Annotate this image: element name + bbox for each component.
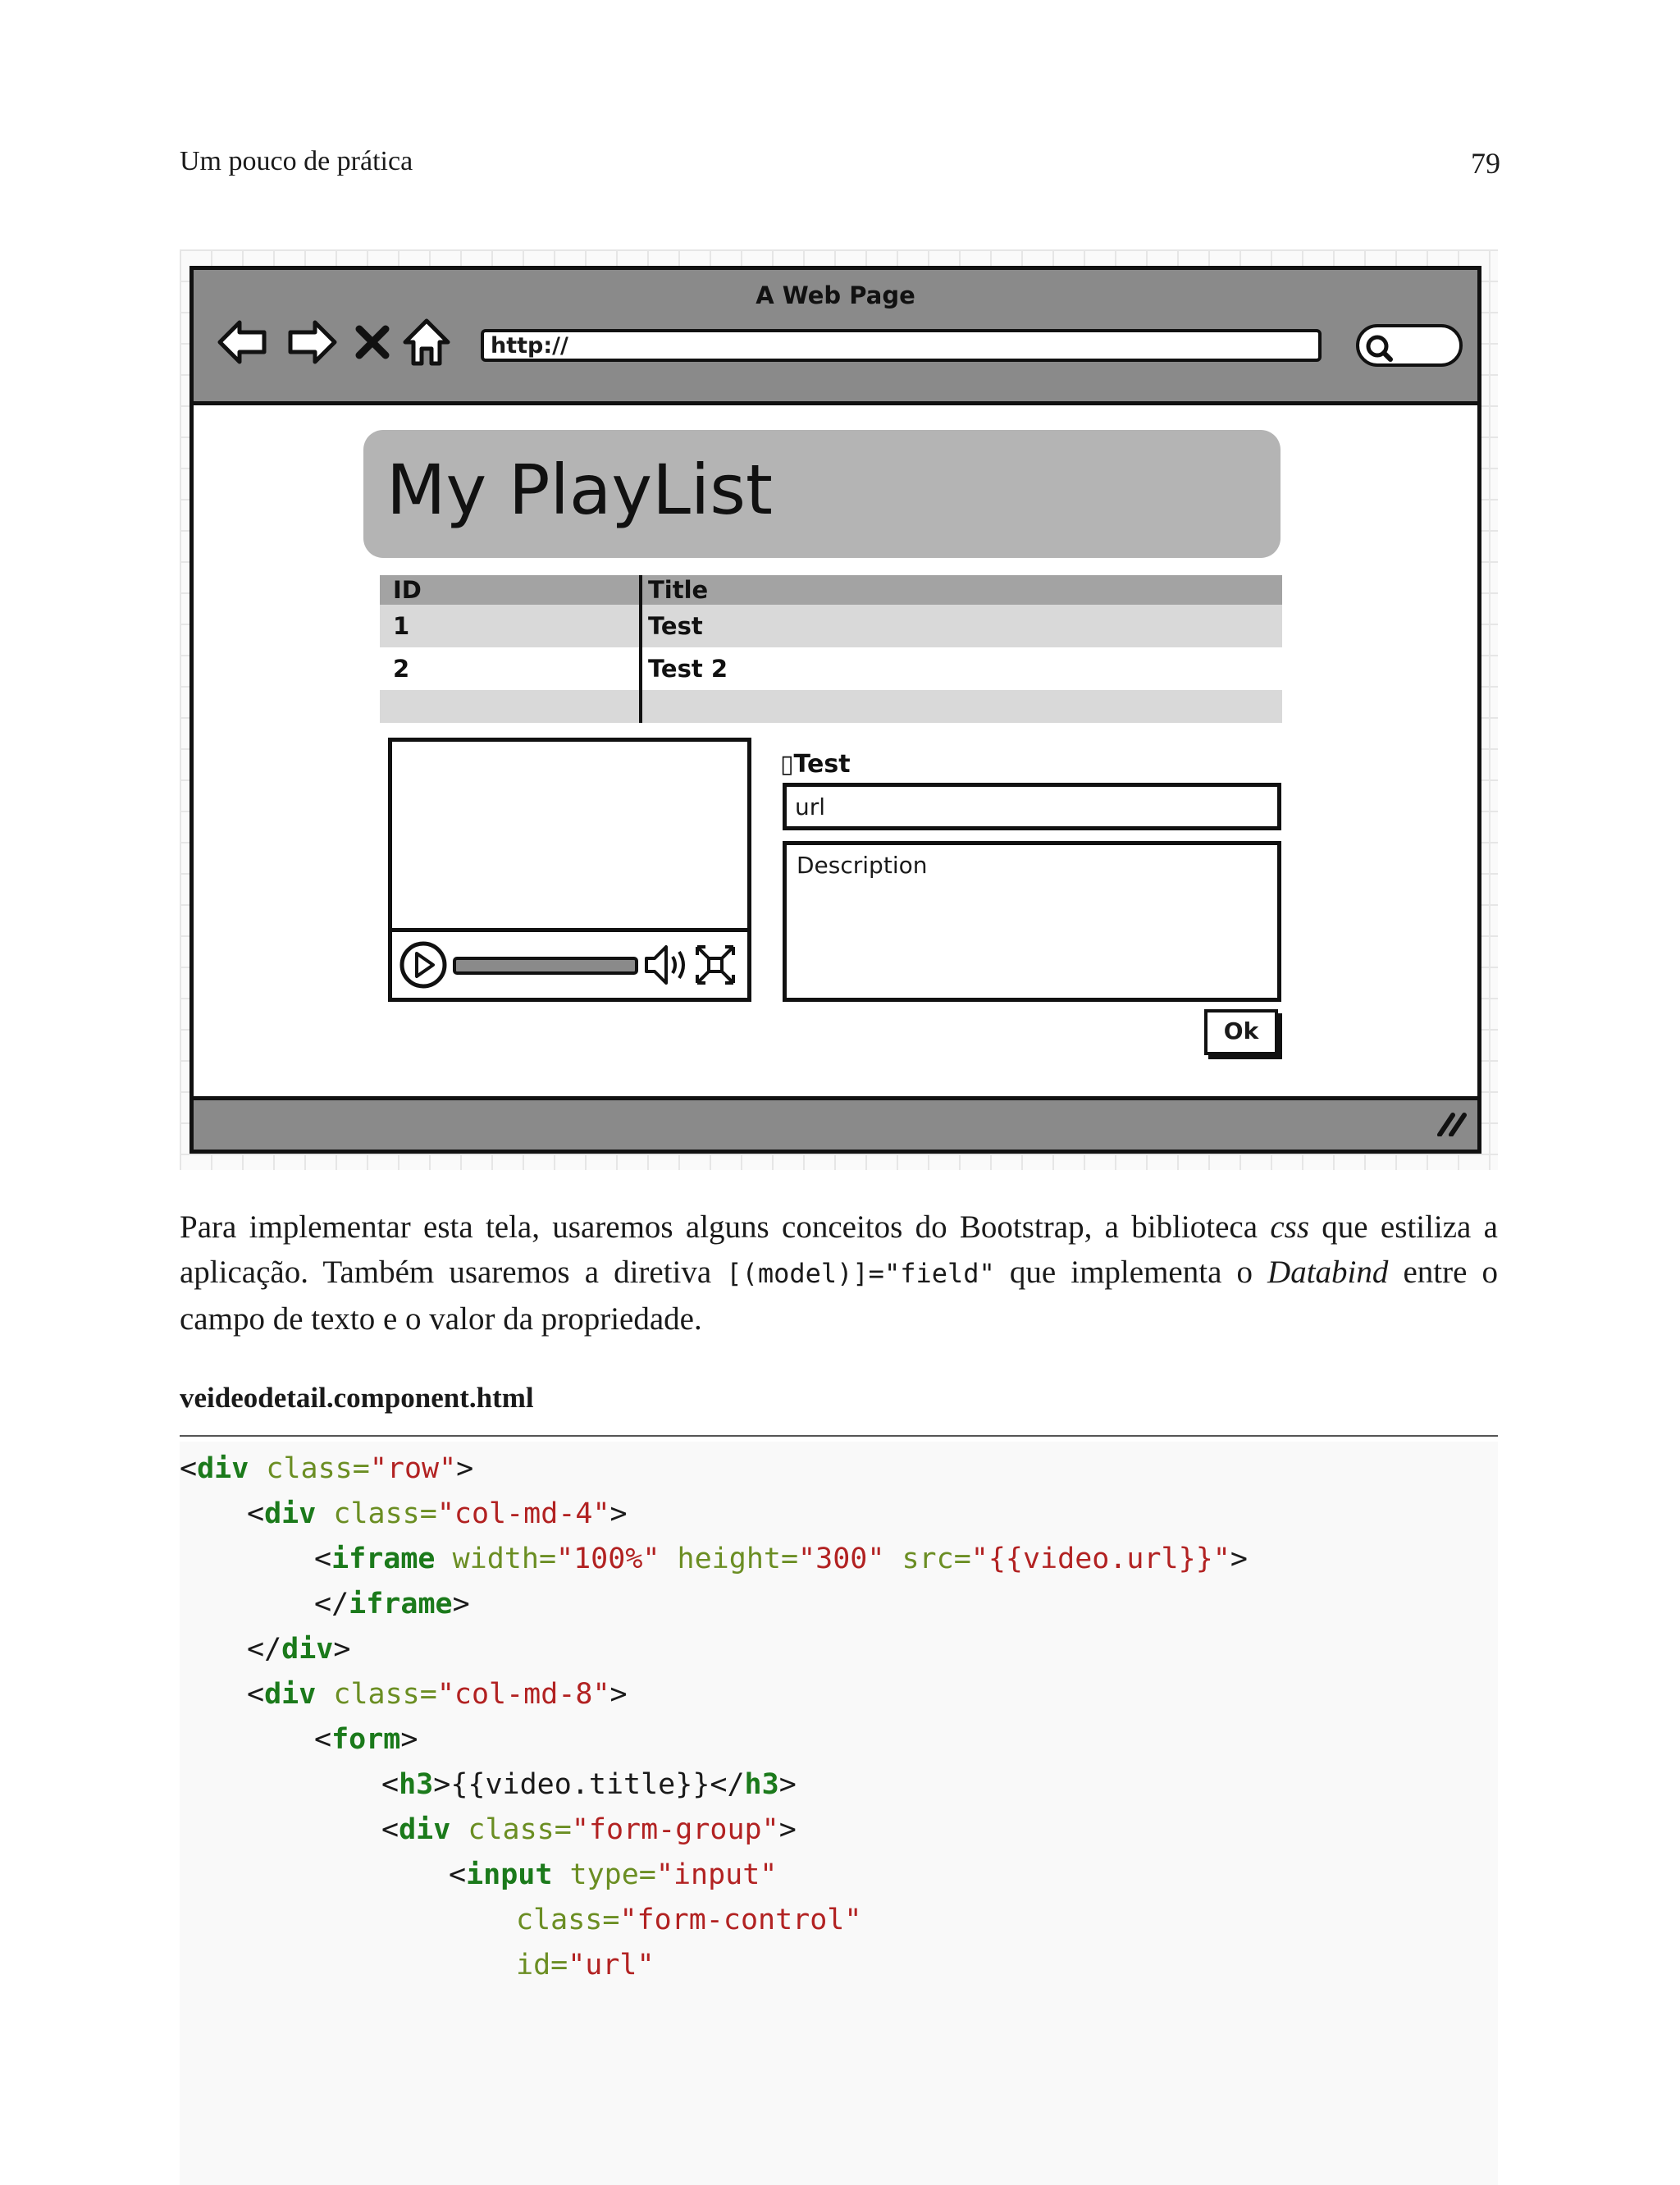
forward-arrow-icon[interactable] xyxy=(285,316,338,368)
code-listing: <div class="row"> <div class="col-md-4">… xyxy=(180,1442,1498,2185)
progress-bar[interactable] xyxy=(453,957,638,975)
table-row-empty xyxy=(380,690,1282,723)
code-line: <h3>{{video.title}}</h3> xyxy=(381,1768,797,1801)
url-bar[interactable]: http:// xyxy=(481,329,1322,362)
code-line: id="url" xyxy=(516,1949,655,1982)
column-header-id: ID xyxy=(393,576,422,604)
close-x-icon[interactable] xyxy=(354,316,390,368)
column-header-title: Title xyxy=(648,576,709,604)
video-control-icons xyxy=(399,941,735,989)
search-icon xyxy=(1366,335,1393,362)
code-divider xyxy=(180,1435,1498,1437)
para-text-3: que implementa o xyxy=(994,1255,1268,1290)
home-icon[interactable] xyxy=(400,316,453,368)
wireframe-figure: A Web Page http:// My PlayList ID Title … xyxy=(180,249,1498,1170)
ok-button[interactable]: Ok xyxy=(1204,1009,1278,1055)
play-icon[interactable] xyxy=(399,941,447,989)
column-divider xyxy=(639,605,642,647)
column-divider xyxy=(639,647,642,690)
browser-titlebar: A Web Page http:// xyxy=(194,270,1477,405)
databind-term: Databind xyxy=(1267,1255,1389,1290)
inline-code: [(model)]="field" xyxy=(726,1258,995,1289)
code-line: <form> xyxy=(314,1723,418,1756)
cell-id: 2 xyxy=(393,655,410,683)
browser-window-mockup: A Web Page http:// My PlayList ID Title … xyxy=(189,266,1481,1154)
cell-title: Test xyxy=(648,612,703,640)
search-box[interactable] xyxy=(1356,324,1463,367)
code-line: <div class="form-group"> xyxy=(381,1813,797,1846)
table-row[interactable]: 2 Test 2 xyxy=(380,647,1282,690)
body-paragraph: Para implementar esta tela, usaremos alg… xyxy=(180,1204,1498,1342)
code-caption: veideodetail.component.html xyxy=(180,1382,534,1414)
table-row[interactable]: 1 Test xyxy=(380,605,1282,647)
browser-statusbar xyxy=(194,1096,1477,1150)
playlist-table: ID Title 1 Test 2 Test 2 xyxy=(380,575,1282,723)
playlist-heading-box: My PlayList xyxy=(363,430,1281,558)
code-line: <div class="row"> xyxy=(180,1452,474,1485)
code-line: </div> xyxy=(247,1633,351,1666)
code-line: <iframe width="100%" height="300" src="{… xyxy=(314,1543,1248,1575)
cell-id: 1 xyxy=(393,612,410,640)
code-line: </iframe> xyxy=(314,1588,470,1620)
column-divider xyxy=(639,690,642,723)
video-controls xyxy=(392,928,747,998)
back-arrow-icon[interactable] xyxy=(217,316,269,368)
page-heading: My PlayList xyxy=(386,450,773,530)
video-player[interactable] xyxy=(388,738,751,1002)
code-line: <div class="col-md-8"> xyxy=(247,1678,628,1711)
table-header-row: ID Title xyxy=(380,575,1282,605)
window-title: A Web Page xyxy=(756,281,915,309)
resize-grip-icon[interactable] xyxy=(1436,1112,1469,1136)
para-text-1: Para implementar esta tela, usaremos alg… xyxy=(180,1209,1271,1245)
video-title: ▯Test xyxy=(780,750,851,779)
cell-title: Test 2 xyxy=(648,655,728,683)
running-head: Um pouco de prática xyxy=(180,146,413,176)
url-input[interactable]: url xyxy=(783,783,1281,830)
code-line: class="form-control" xyxy=(516,1904,862,1936)
page-number: 79 xyxy=(1471,147,1500,180)
description-textarea[interactable]: Description xyxy=(783,841,1281,1002)
column-divider xyxy=(639,575,642,605)
css-term: css xyxy=(1270,1209,1309,1245)
volume-icon[interactable] xyxy=(645,945,685,985)
code-line: <input type="input" xyxy=(449,1858,778,1891)
fullscreen-icon[interactable] xyxy=(696,945,735,985)
code-line: <div class="col-md-4"> xyxy=(247,1497,628,1530)
